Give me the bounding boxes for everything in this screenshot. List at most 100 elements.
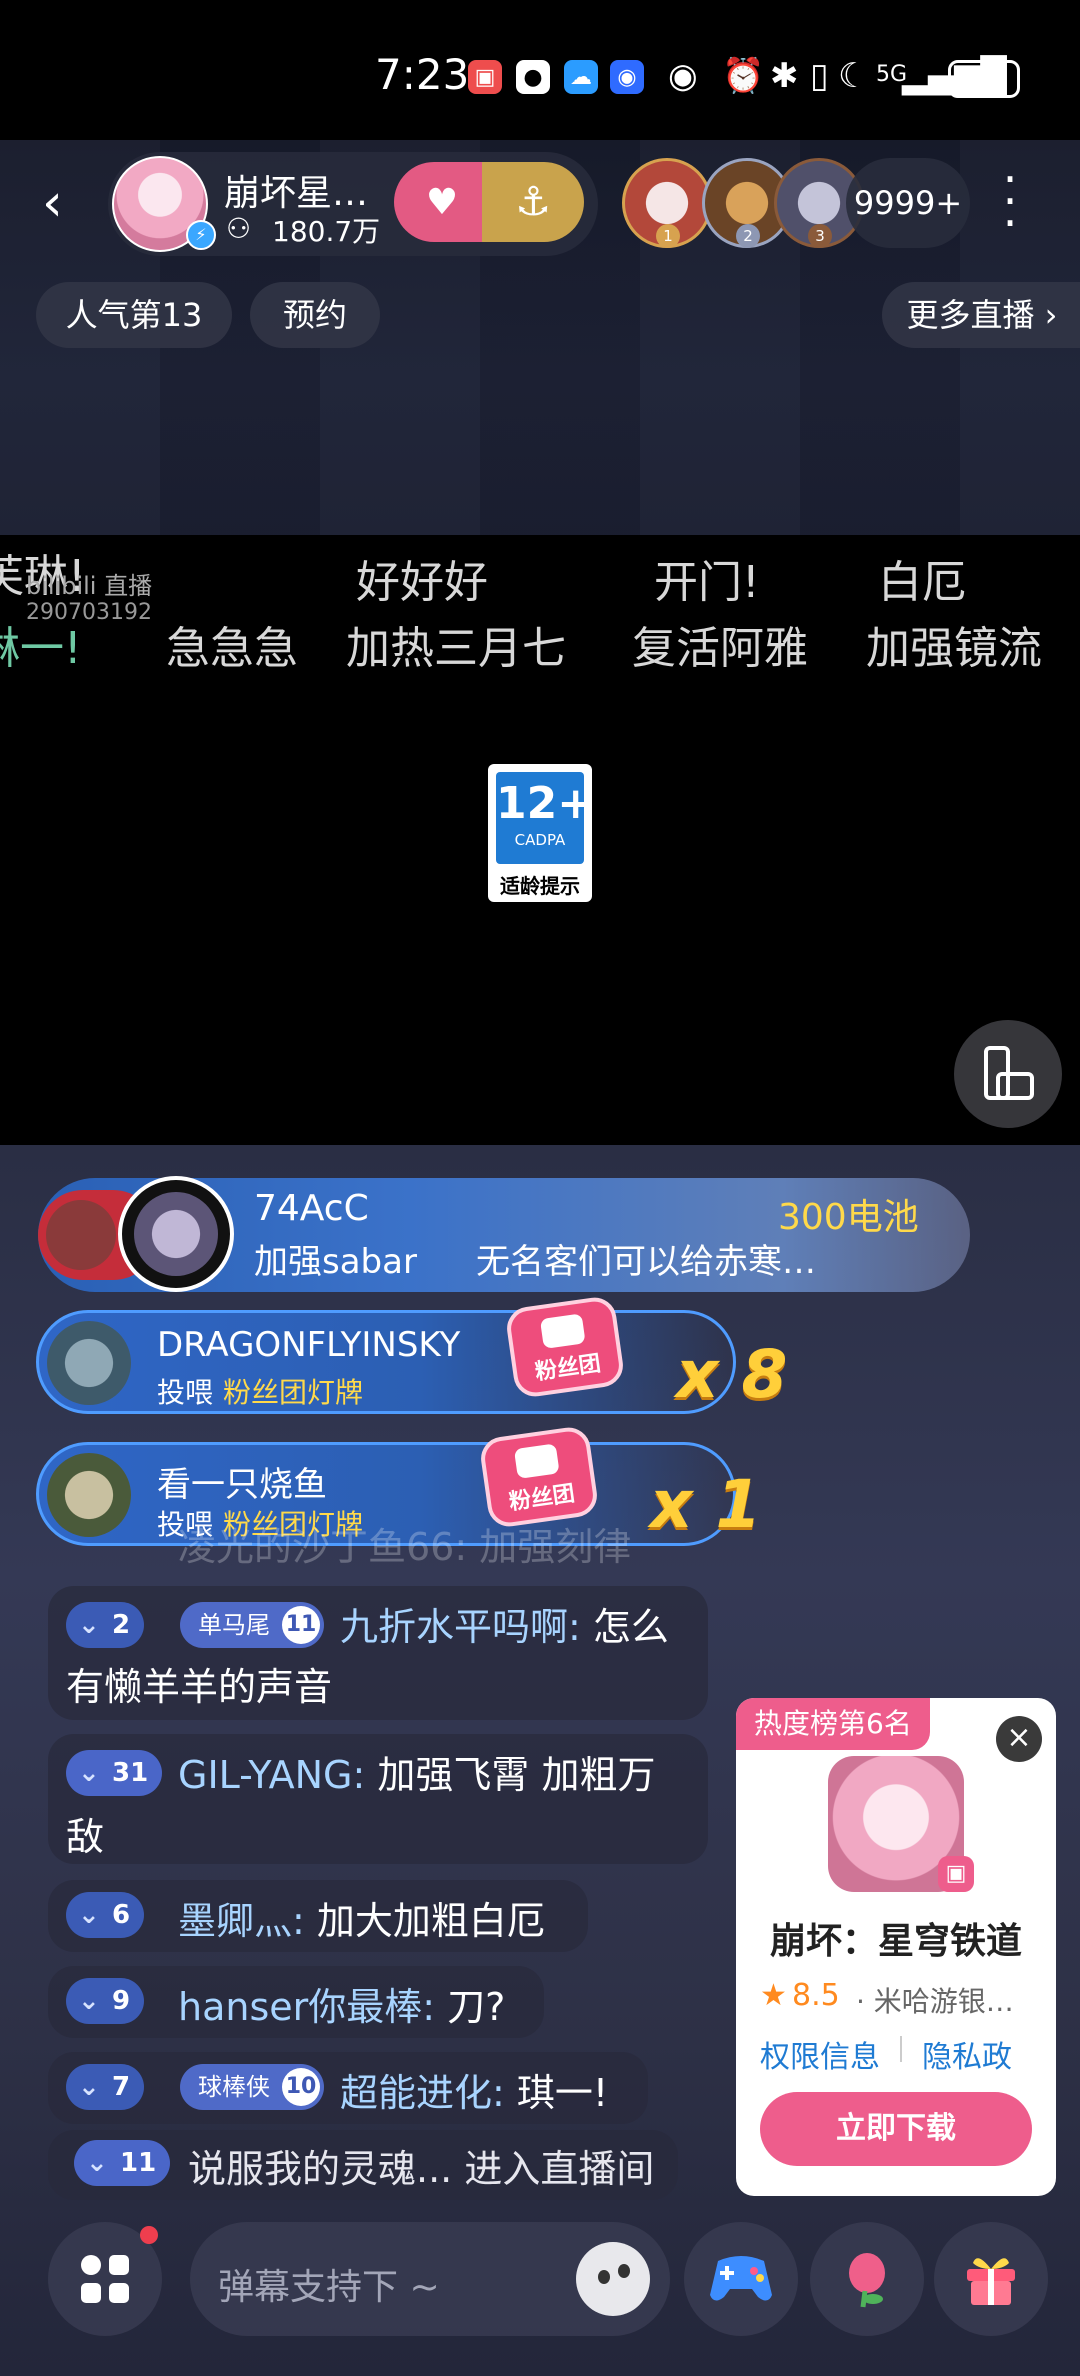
emoji-icon [598, 2270, 610, 2284]
fan-medal-level: 11 [282, 1606, 320, 1644]
alarm-icon: ⏰ [722, 56, 765, 96]
danmaku-input[interactable]: 弹幕支持下 ~ [190, 2222, 670, 2336]
cloud-icon: ☁ [564, 60, 598, 94]
game-rating: 8.5 [792, 1978, 840, 2013]
gift-avatar[interactable] [47, 1321, 131, 1405]
user-level-badge: ⌄ 31 [66, 1750, 163, 1796]
back-icon[interactable]: ‹ [42, 175, 86, 231]
chat-line: 九折水平吗啊: 怎么 [340, 1605, 669, 1649]
chat-line: 墨卿灬: 加大加粗白厄 [178, 1899, 545, 1943]
battery-icon: ⚡ [948, 60, 1020, 98]
guard-anchor-button[interactable]: ⚓ [482, 162, 584, 242]
popularity-chip[interactable]: 人气第13 [36, 282, 232, 348]
faded-chat-message: 凌光的沙丁鱼66: 加强刻律 [178, 1525, 632, 1569]
gamepad-icon [710, 2256, 772, 2301]
gift-banner-sub: 无名客们可以给赤寒… [476, 1242, 816, 1282]
follow-button[interactable]: ♥ [394, 162, 490, 242]
eye-icon: ◉ [668, 56, 698, 96]
vibrate-icon: ▯ [810, 56, 829, 96]
status-bar: 7:23 ▣ ● ☁ ◉ ◉ ⏰ ✱ ▯ ☾ 5G ▂▄▆█ ⚡ [0, 0, 1080, 140]
user-level-badge: ⌄ 6 [66, 1892, 145, 1938]
divider [900, 2036, 902, 2062]
rank-badge-2: 2 [736, 224, 760, 248]
moon-icon: ☾ [838, 56, 869, 96]
heart-plus-icon: ♥ [425, 181, 459, 223]
chat-username[interactable]: hanser你最棒: [178, 1985, 435, 2029]
rank-badge-3: 3 [808, 224, 832, 248]
gift-box-icon [967, 2258, 1015, 2305]
close-icon[interactable]: × [996, 1716, 1042, 1762]
gift-button[interactable] [934, 2222, 1048, 2336]
privacy-policy-link[interactable]: 隐私政 [922, 2032, 1012, 2076]
more-menu-icon[interactable]: · · · [1000, 156, 1020, 246]
bilibili-live-watermark: bilibili 直播 [26, 572, 153, 600]
chat-username[interactable]: 说服我的灵魂... [188, 2147, 452, 2191]
level-chevron-icon: ⌄ [78, 1610, 100, 1640]
fans-icon: ⚇ [226, 212, 252, 245]
gift-user: DRAGONFLYINSKY [157, 1325, 461, 1365]
gift-row: DRAGONFLYINSKY 投喂 粉丝团灯牌 [36, 1310, 736, 1414]
download-button[interactable]: 立即下载 [760, 2092, 1032, 2166]
more-live-chip[interactable]: 更多直播 › [882, 282, 1080, 348]
fan-badge-gift-icon: 粉丝团 [478, 1424, 600, 1530]
gift-user: 看一只烧鱼 [157, 1465, 327, 1505]
chat-username[interactable]: 墨卿灬: [178, 1899, 305, 1943]
fan-badge-gift-icon: 粉丝团 [504, 1294, 626, 1400]
level-chevron-icon: ⌄ [86, 2148, 108, 2178]
clock: 7:23 [375, 50, 470, 99]
gift-flower-button[interactable] [810, 2222, 924, 2336]
qq-icon: ● [516, 60, 550, 94]
gift-banner-user: 74AcC [254, 1188, 369, 1229]
flower-icon [849, 2253, 885, 2308]
game-button[interactable] [684, 2222, 798, 2336]
user-level-badge: ⌄ 2 [66, 1602, 145, 1648]
chat-line: 超能进化: 琪一! [340, 2071, 609, 2115]
user-level-badge: ⌄ 7 [66, 2064, 145, 2110]
hot-rank-tag: 热度榜第6名 [736, 1698, 930, 1750]
chat-line-cont: 敌 [66, 1815, 105, 1859]
reserve-chip[interactable]: 预约 [250, 282, 380, 348]
anchor-name: 崩坏星… [224, 173, 369, 214]
bluetooth-icon: ✱ [770, 56, 799, 96]
anchor-icon: ⚓ [515, 179, 551, 225]
viewer-count[interactable]: 9999+ [846, 158, 970, 248]
emoji-button[interactable] [576, 2242, 650, 2316]
gift-avatar[interactable] [47, 1453, 131, 1537]
age-rating-tip: 适龄提示 [500, 874, 580, 898]
game-promo-card[interactable]: 热度榜第6名 × ▣ 崩坏：星穹铁道 ★ 8.5 · 米哈游银… 权限信息 隐私… [736, 1698, 1056, 2196]
level-chevron-icon: ⌄ [78, 2072, 100, 2102]
game-title: 崩坏：星穹铁道 [769, 1921, 1022, 1962]
fan-medal: 球棒侠 10 [180, 2064, 324, 2110]
rotate-screen-button[interactable] [954, 1020, 1062, 1128]
user-level-badge: ⌄ 11 [74, 2140, 171, 2186]
fan-medal-level: 10 [282, 2068, 320, 2106]
chat-username[interactable]: GIL-YANG: [178, 1753, 365, 1797]
permission-info-link[interactable]: 权限信息 [760, 2032, 880, 2076]
gift-banner-avatar[interactable] [118, 1176, 234, 1292]
gift-combo: x 1 [650, 1466, 762, 1543]
verified-icon: ⚡ [186, 220, 216, 250]
chat-username[interactable]: 超能进化: [340, 2071, 505, 2115]
gift-action: 投喂 [157, 1376, 214, 1409]
gift-banner-msg: 加强sabar [254, 1242, 417, 1282]
user-level-badge: ⌄ 9 [66, 1978, 145, 2024]
chat-username[interactable]: 九折水平吗啊: [340, 1605, 581, 1649]
bilibili-badge-icon: ▣ [938, 1856, 974, 1892]
app-notification-icon: ▣ [468, 60, 502, 94]
rank-badge-1: 1 [656, 224, 680, 248]
enter-room-line: 说服我的灵魂... 进入直播间 [188, 2147, 655, 2191]
danmaku-item: 好好好 [356, 557, 488, 608]
apps-grid-icon [81, 2255, 129, 2303]
danmaku-item: 开门! [654, 557, 760, 608]
rotate-screen-icon [984, 1046, 1034, 1100]
fan-medal: 单马尾 11 [180, 1602, 324, 1648]
danmaku-item: 复活阿雅 [632, 623, 808, 674]
danmaku-item: 加强镜流 [866, 623, 1042, 674]
game-developer: · 米哈游银… [856, 1985, 1014, 2018]
danmaku-item: 急急急 [166, 623, 298, 674]
game-app-icon[interactable]: ▣ [828, 1756, 974, 1892]
level-chevron-icon: ⌄ [78, 1986, 100, 2016]
gift-item: 粉丝团灯牌 [223, 1376, 364, 1409]
gift-combo: x 8 [676, 1336, 788, 1413]
age-rating: 12+ [496, 778, 595, 829]
